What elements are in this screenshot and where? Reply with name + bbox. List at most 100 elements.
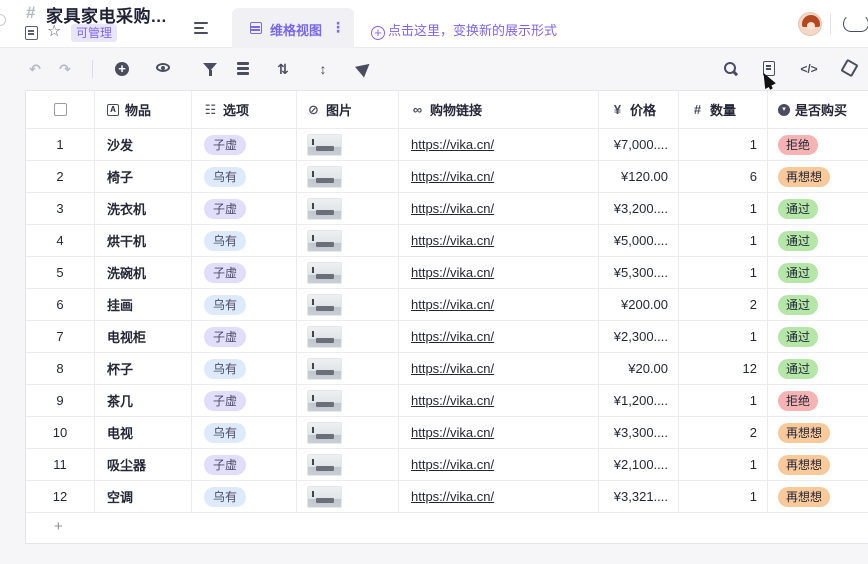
row-number-cell[interactable]: 2 (26, 161, 95, 192)
avatar[interactable] (798, 12, 822, 36)
table-row[interactable]: 3 洗衣机 子虚 https://vika.cn/ ¥3,200.... 1 通过 (26, 193, 868, 225)
tab-grid-view[interactable]: 维格视图 ⋮ (232, 8, 354, 48)
group-icon[interactable] (237, 62, 249, 76)
link-cell[interactable]: https://vika.cn/ (399, 449, 599, 480)
table-row[interactable]: 5 洗碗机 子虚 https://vika.cn/ ¥5,300.... 1 通过 (26, 257, 868, 289)
column-header-purchase[interactable]: ▾ 是否购买 (768, 91, 868, 128)
shopping-link[interactable]: https://vika.cn/ (411, 425, 494, 440)
shopping-link[interactable]: https://vika.cn/ (411, 489, 494, 504)
purchase-status-cell[interactable]: 再想想 (768, 161, 868, 192)
price-cell[interactable]: ¥3,200.... (599, 193, 679, 224)
image-thumbnail[interactable] (307, 229, 342, 252)
image-thumbnail[interactable] (307, 293, 342, 316)
image-cell[interactable] (297, 417, 399, 448)
price-cell[interactable]: ¥5,300.... (599, 257, 679, 288)
quantity-cell[interactable]: 1 (679, 481, 768, 512)
image-cell[interactable] (297, 289, 399, 320)
link-cell[interactable]: https://vika.cn/ (399, 353, 599, 384)
undo-icon[interactable]: ↶ (26, 60, 44, 78)
shopping-link[interactable]: https://vika.cn/ (411, 233, 494, 248)
table-row[interactable]: 1 沙发 子虚 https://vika.cn/ ¥7,000.... 1 拒绝 (26, 129, 868, 161)
image-cell[interactable] (297, 353, 399, 384)
shopping-link[interactable]: https://vika.cn/ (411, 297, 494, 312)
purchase-status-cell[interactable]: 再想想 (768, 417, 868, 448)
row-number-cell[interactable]: 8 (26, 353, 95, 384)
item-cell[interactable]: 洗衣机 (95, 193, 192, 224)
option-cell[interactable]: 子虚 (192, 129, 297, 160)
item-cell[interactable]: 电视 (95, 417, 192, 448)
price-cell[interactable]: ¥120.00 (599, 161, 679, 192)
purchase-status-cell[interactable]: 通过 (768, 353, 868, 384)
link-cell[interactable]: https://vika.cn/ (399, 161, 599, 192)
image-thumbnail[interactable] (307, 197, 342, 220)
quantity-cell[interactable]: 1 (679, 385, 768, 416)
quantity-cell[interactable]: 2 (679, 289, 768, 320)
image-cell[interactable] (297, 449, 399, 480)
add-record-icon[interactable]: + (115, 62, 129, 76)
row-number-cell[interactable]: 12 (26, 481, 95, 512)
purchase-status-cell[interactable]: 通过 (768, 193, 868, 224)
filter-icon[interactable] (203, 63, 217, 76)
purchase-status-cell[interactable]: 通过 (768, 225, 868, 256)
shopping-link[interactable]: https://vika.cn/ (411, 137, 494, 152)
option-cell[interactable]: 子虚 (192, 321, 297, 352)
item-cell[interactable]: 吸尘器 (95, 449, 192, 480)
purchase-status-cell[interactable]: 再想想 (768, 449, 868, 480)
link-cell[interactable]: https://vika.cn/ (399, 193, 599, 224)
quantity-cell[interactable]: 1 (679, 449, 768, 480)
column-header-image[interactable]: ⊘ 图片 (297, 91, 399, 128)
quantity-cell[interactable]: 1 (679, 257, 768, 288)
quantity-cell[interactable]: 2 (679, 417, 768, 448)
purchase-status-cell[interactable]: 拒绝 (768, 385, 868, 416)
option-cell[interactable]: 乌有 (192, 161, 297, 192)
price-cell[interactable]: ¥1,200.... (599, 385, 679, 416)
column-header-link[interactable]: ∞ 购物链接 (399, 91, 599, 128)
shopping-link[interactable]: https://vika.cn/ (411, 393, 494, 408)
item-cell[interactable]: 烘干机 (95, 225, 192, 256)
link-cell[interactable]: https://vika.cn/ (399, 481, 599, 512)
link-cell[interactable]: https://vika.cn/ (399, 257, 599, 288)
item-cell[interactable]: 电视柜 (95, 321, 192, 352)
row-number-cell[interactable]: 7 (26, 321, 95, 352)
link-cell[interactable]: https://vika.cn/ (399, 129, 599, 160)
row-number-cell[interactable]: 1 (26, 129, 95, 160)
item-cell[interactable]: 杯子 (95, 353, 192, 384)
search-icon[interactable] (724, 62, 736, 74)
item-cell[interactable]: 椅子 (95, 161, 192, 192)
row-number-cell[interactable]: 6 (26, 289, 95, 320)
cloud-sync-icon[interactable] (843, 14, 868, 32)
shopping-link[interactable]: https://vika.cn/ (411, 457, 494, 472)
item-cell[interactable]: 茶几 (95, 385, 192, 416)
purchase-status-cell[interactable]: 通过 (768, 321, 868, 352)
link-cell[interactable]: https://vika.cn/ (399, 385, 599, 416)
shopping-link[interactable]: https://vika.cn/ (411, 265, 494, 280)
image-cell[interactable] (297, 225, 399, 256)
option-cell[interactable]: 乌有 (192, 417, 297, 448)
share-icon[interactable] (355, 58, 374, 78)
quantity-cell[interactable]: 12 (679, 353, 768, 384)
price-cell[interactable]: ¥2,100.... (599, 449, 679, 480)
column-header-quantity[interactable]: # 数量 (679, 91, 768, 128)
shopping-link[interactable]: https://vika.cn/ (411, 201, 494, 216)
row-height-icon[interactable]: ↕ (314, 60, 332, 78)
shopping-link[interactable]: https://vika.cn/ (411, 329, 494, 344)
link-cell[interactable]: https://vika.cn/ (399, 289, 599, 320)
table-row[interactable]: 10 电视 乌有 https://vika.cn/ ¥3,300.... 2 再想想 (26, 417, 868, 449)
table-row[interactable]: 9 茶几 子虚 https://vika.cn/ ¥1,200.... 1 拒绝 (26, 385, 868, 417)
price-cell[interactable]: ¥20.00 (599, 353, 679, 384)
add-view-button[interactable]: + 点击这里，变换新的展示形式 (371, 20, 557, 40)
row-number-cell[interactable]: 9 (26, 385, 95, 416)
option-cell[interactable]: 乌有 (192, 225, 297, 256)
shopping-link[interactable]: https://vika.cn/ (411, 169, 494, 184)
table-row[interactable]: 4 烘干机 乌有 https://vika.cn/ ¥5,000.... 1 通过 (26, 225, 868, 257)
price-cell[interactable]: ¥3,321.... (599, 481, 679, 512)
row-number-cell[interactable]: 11 (26, 449, 95, 480)
image-thumbnail[interactable] (307, 133, 342, 156)
shopping-link[interactable]: https://vika.cn/ (411, 361, 494, 376)
column-header-item[interactable]: A 物品 (95, 91, 192, 128)
row-number-cell[interactable]: 10 (26, 417, 95, 448)
tab-more-icon[interactable]: ⋮ (331, 19, 345, 36)
sort-icon[interactable]: ⇅ (274, 60, 292, 78)
row-number-cell[interactable]: 3 (26, 193, 95, 224)
option-cell[interactable]: 子虚 (192, 193, 297, 224)
